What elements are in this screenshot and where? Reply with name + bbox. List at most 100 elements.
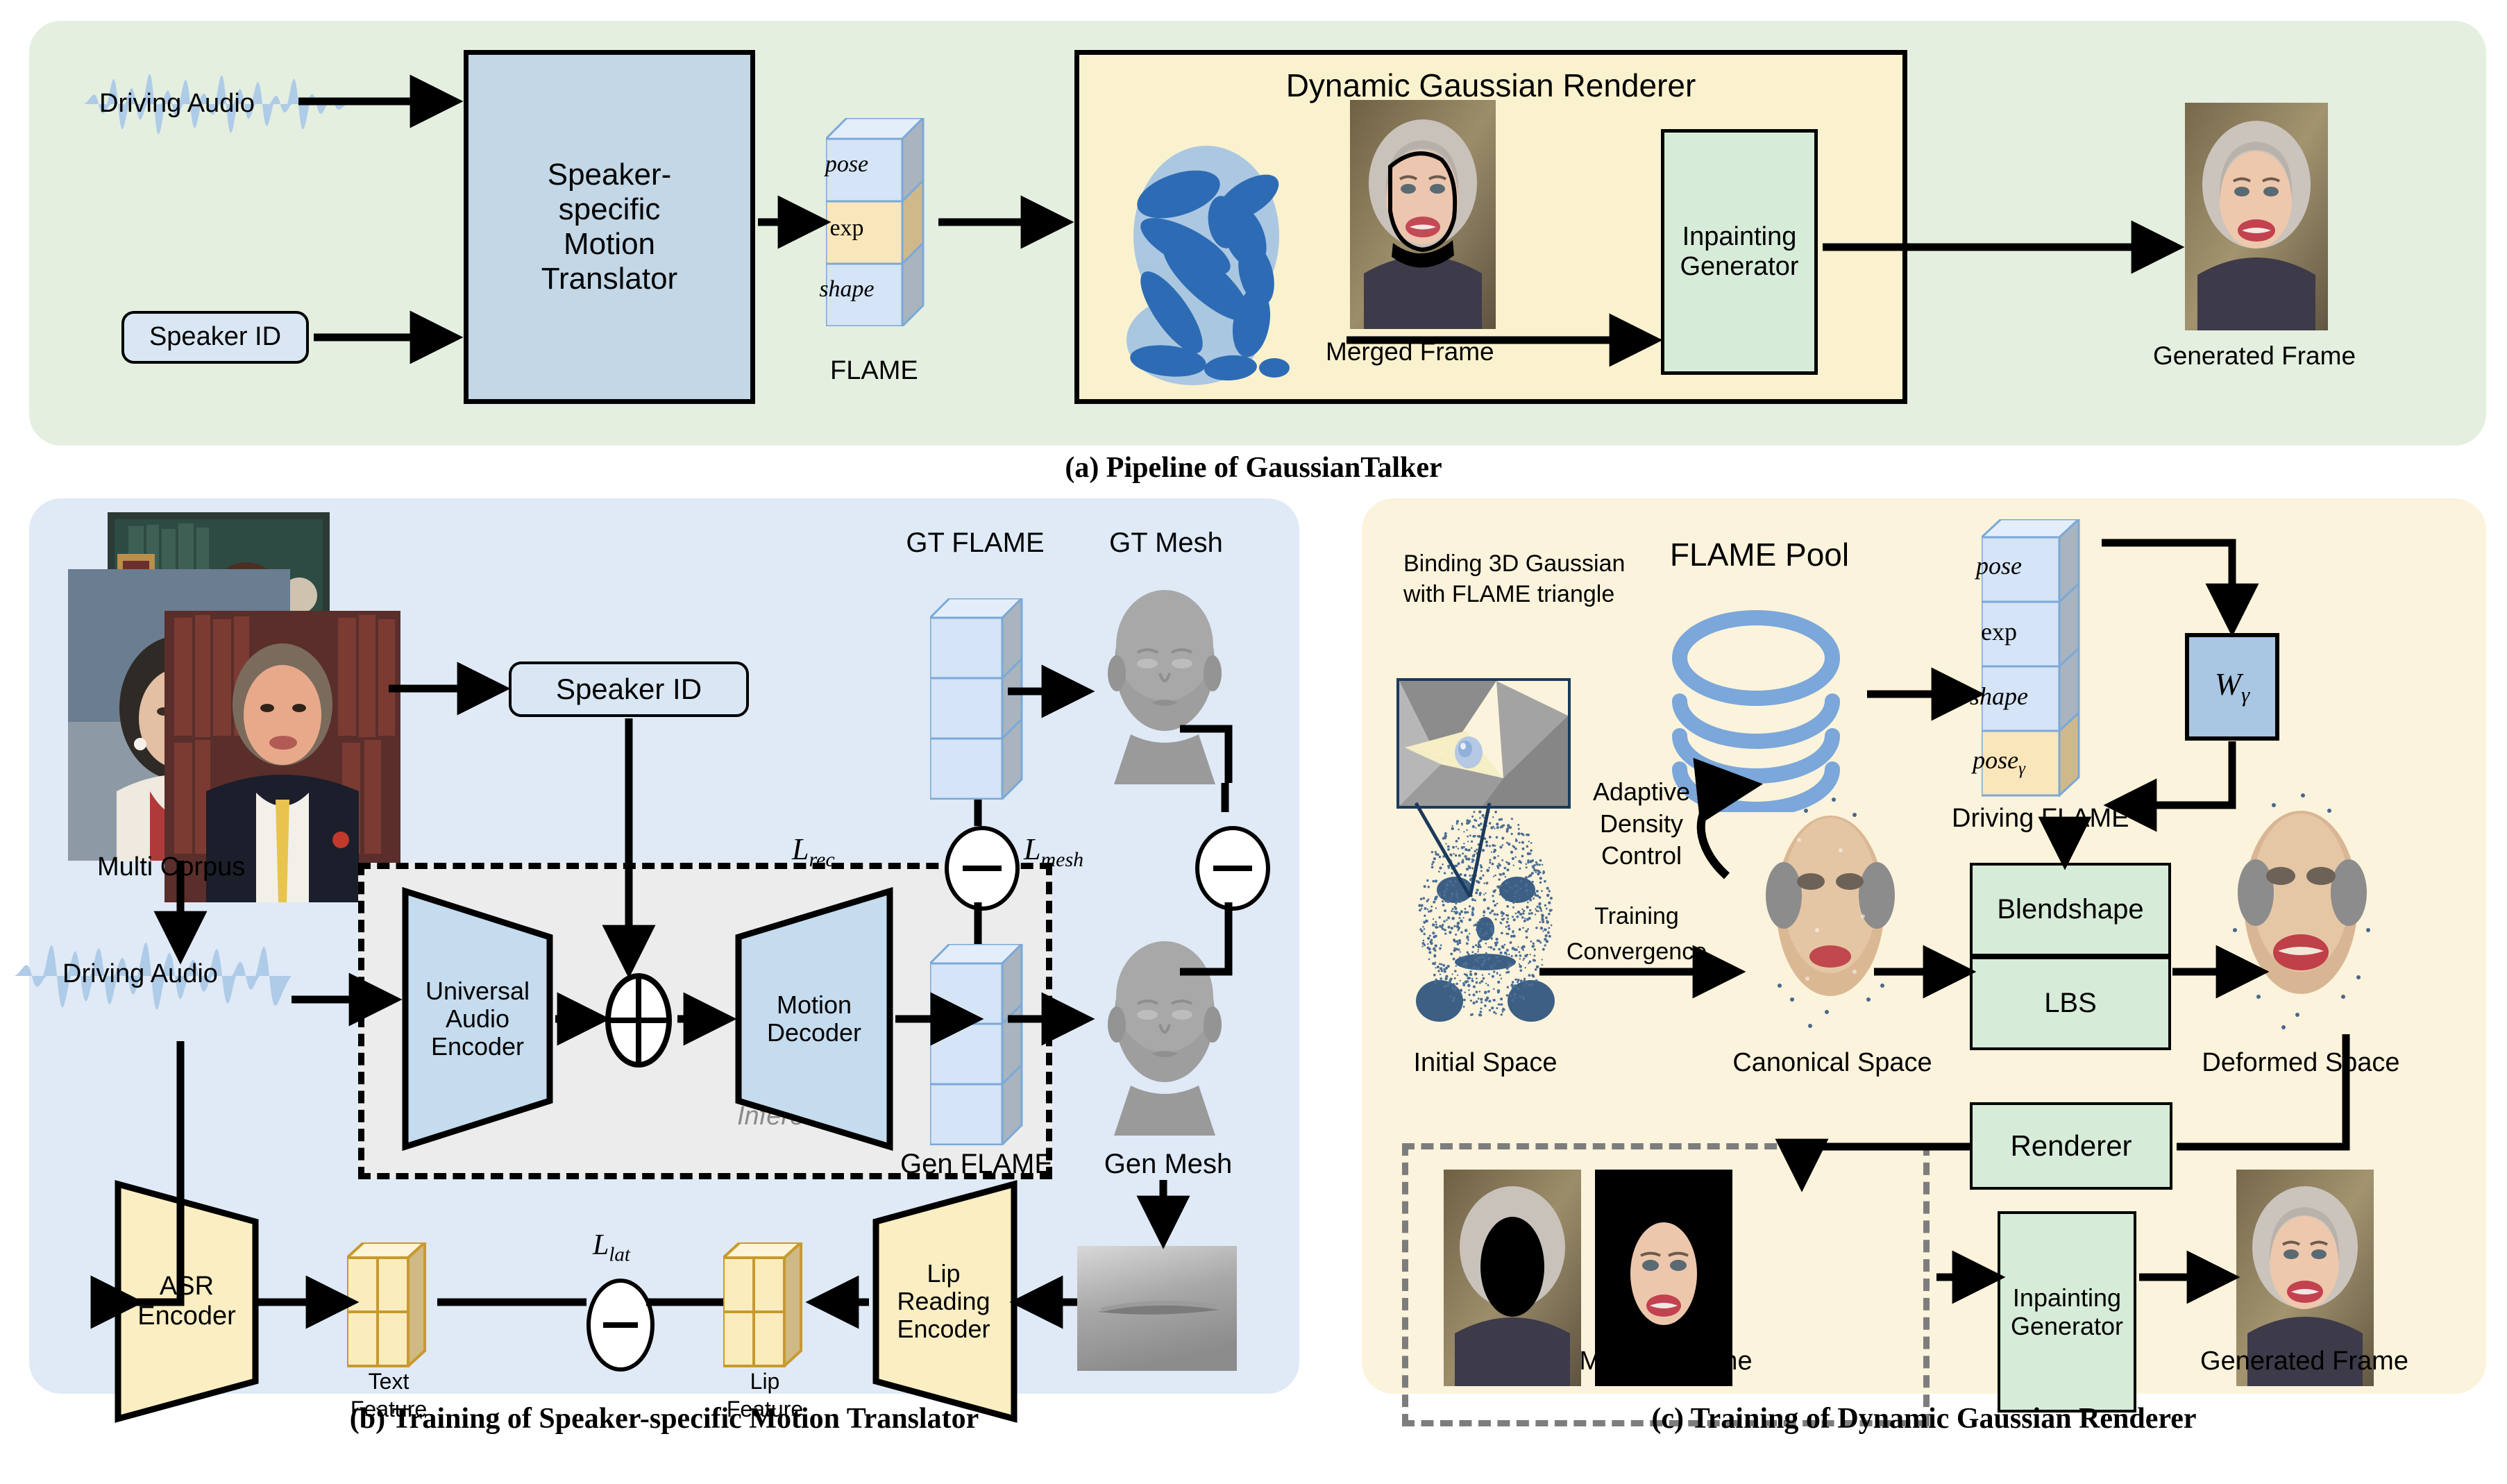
flame-slice-shape-a: shape bbox=[819, 276, 875, 302]
uae-line-0: Universal bbox=[425, 976, 530, 1005]
md-line-0: Motion bbox=[776, 990, 852, 1019]
inpainting-generator-box-a: Inpainting Generator bbox=[1661, 129, 1818, 375]
asr-line-0: ASR bbox=[159, 1272, 214, 1301]
gt-mesh-image bbox=[1092, 576, 1238, 784]
merged-frame-image-a bbox=[1350, 100, 1496, 329]
md-line-1: Decoder bbox=[766, 1018, 862, 1047]
adaptive-density-control-label: Adaptive Density Control bbox=[1562, 776, 1721, 872]
lre-line-1: Reading bbox=[897, 1286, 990, 1315]
sum-operator-icon bbox=[604, 972, 673, 1069]
speaker-id-box-a: Speaker ID bbox=[121, 311, 309, 364]
binding-note-label: Binding 3D Gaussian with FLAME triangle bbox=[1403, 548, 1625, 609]
panel-b-caption: (b) Training of Speaker-specific Motion … bbox=[349, 1403, 979, 1435]
panel-c-caption: (c) Training of Dynamic Gaussian Rendere… bbox=[1651, 1403, 2197, 1435]
flame-slice-exp-c: exp bbox=[1981, 618, 2017, 646]
loss-mesh-l: L bbox=[1024, 832, 1041, 866]
loss-mesh-label: Lmesh bbox=[1024, 832, 1083, 872]
speaker-id-label-b: Speaker ID bbox=[555, 673, 702, 706]
lre-line-2: Encoder bbox=[897, 1315, 990, 1344]
loss-mesh-sub: mesh bbox=[1040, 848, 1084, 871]
adc-line-0: Adaptive bbox=[1592, 777, 1691, 806]
pose-gamma-sub: γ bbox=[2018, 759, 2025, 779]
merged-frame-label-c: Merged Frame bbox=[1579, 1347, 1753, 1376]
adc-line-1: Density bbox=[1599, 809, 1684, 838]
loss-rec-minus-icon bbox=[945, 826, 1020, 911]
blendshape-label: Blendshape bbox=[1997, 893, 2144, 925]
speaker-id-label-a: Speaker ID bbox=[149, 322, 282, 352]
lip-feature-cube bbox=[723, 1242, 813, 1367]
lip-feature-line-0: Lip bbox=[750, 1369, 780, 1394]
gt-flame-label: GT FLAME bbox=[906, 528, 1045, 558]
translator-line-1: specific bbox=[558, 192, 661, 226]
flame-slice-pose-c: pose bbox=[1976, 552, 2022, 580]
adc-line-2: Control bbox=[1601, 841, 1682, 870]
blendshape-box: Blendshape bbox=[1970, 863, 2171, 956]
w-gamma-box: Wγ bbox=[2185, 633, 2279, 741]
inpainting-line-0-a: Inpainting bbox=[1682, 221, 1797, 251]
gt-flame-stack bbox=[930, 598, 1034, 800]
lbs-box: LBS bbox=[1970, 956, 2171, 1050]
dynamic-gaussian-renderer-title: Dynamic Gaussian Renderer bbox=[1285, 67, 1696, 103]
motion-decoder: Motion Decoder bbox=[734, 887, 894, 1151]
translator-line-2: Motion bbox=[563, 227, 656, 261]
translator-line-0: Speaker- bbox=[547, 157, 672, 192]
universal-audio-encoder: Universal Audio Encoder bbox=[401, 887, 554, 1151]
inpainting-line-1-c: Generator bbox=[2010, 1312, 2124, 1340]
w-gamma-base: W bbox=[2214, 666, 2242, 702]
flame-stack-a: pose exp shape bbox=[819, 118, 937, 326]
lbs-label: LBS bbox=[2044, 987, 2097, 1018]
asr-encoder: ASR Encoder bbox=[114, 1180, 260, 1423]
inpainting-line-1-a: Generator bbox=[1680, 252, 1799, 281]
inpainting-generator-box-c: Inpainting Generator bbox=[1998, 1211, 2136, 1413]
loss-rec-l: L bbox=[792, 832, 809, 866]
canonical-space-pointcloud bbox=[1744, 757, 1917, 1034]
flame-triangle-inset bbox=[1396, 678, 1571, 809]
flame-slice-pose-a: pose bbox=[825, 151, 869, 177]
flame-pool-label: FLAME Pool bbox=[1669, 537, 1850, 573]
driving-flame-stack: pose exp shape poseγ bbox=[1970, 519, 2103, 797]
binding-note-line-1: with FLAME triangle bbox=[1403, 581, 1615, 608]
inpainting-line-0-c: Inpainting bbox=[2012, 1283, 2122, 1312]
renderer-box: Renderer bbox=[1970, 1102, 2172, 1190]
loss-lat-l: L bbox=[593, 1229, 609, 1261]
uae-line-2: Encoder bbox=[430, 1032, 525, 1061]
lre-line-0: Lip bbox=[927, 1258, 961, 1288]
loss-mesh-minus-icon bbox=[1195, 826, 1270, 911]
generated-frame-label-a: Generated Frame bbox=[2153, 342, 2356, 370]
loss-rec-sub: rec bbox=[809, 848, 835, 871]
text-feature-line-0: Text bbox=[368, 1369, 410, 1394]
loss-lat-sub: lat bbox=[609, 1243, 630, 1266]
gen-mesh-label: Gen Mesh bbox=[1104, 1149, 1233, 1179]
binding-note-line-0: Binding 3D Gaussian bbox=[1403, 550, 1626, 577]
multi-corpus-label: Multi Corpus bbox=[97, 852, 246, 882]
generated-frame-label-c: Generated Frame bbox=[2200, 1347, 2408, 1376]
flame-slice-shape-c: shape bbox=[1970, 682, 2028, 710]
lip-crop-image bbox=[1077, 1246, 1237, 1371]
lip-reading-encoder: Lip Reading Encoder bbox=[869, 1180, 1018, 1423]
initial-space-label: Initial Space bbox=[1413, 1048, 1558, 1077]
gen-flame-stack bbox=[930, 944, 1034, 1145]
speaker-id-box-b: Speaker ID bbox=[509, 661, 749, 717]
renderer-label: Renderer bbox=[2010, 1129, 2132, 1163]
driving-audio-label-b: Driving Audio bbox=[62, 959, 218, 988]
flame-slice-pose-gamma-c: poseγ bbox=[1960, 745, 2038, 779]
panel-a-caption: (a) Pipeline of GaussianTalker bbox=[1065, 452, 1442, 484]
w-gamma-sub: γ bbox=[2241, 682, 2250, 707]
loss-lat-minus-icon bbox=[586, 1279, 655, 1372]
gen-flame-label: Gen FLAME bbox=[900, 1149, 1054, 1179]
driving-audio-label-a: Driving Audio bbox=[99, 89, 255, 118]
tc-line-0: Training bbox=[1594, 903, 1679, 929]
text-feature-cube bbox=[347, 1242, 437, 1367]
deformed-space-label: Deformed Space bbox=[2202, 1048, 2400, 1077]
canonical-space-label: Canonical Space bbox=[1732, 1048, 1932, 1077]
generated-frame-image-a bbox=[2185, 103, 2328, 330]
uae-line-1: Audio bbox=[445, 1004, 510, 1033]
pose-gamma-base: pose bbox=[1973, 746, 2019, 774]
merged-frame-label-a: Merged Frame bbox=[1326, 337, 1494, 366]
translator-line-3: Translator bbox=[541, 262, 678, 296]
flame-caption-a: FLAME bbox=[830, 356, 918, 385]
deformed-space-pointcloud bbox=[2214, 757, 2388, 1034]
gaussian-splat-illustration bbox=[1102, 132, 1338, 389]
driving-flame-label: Driving FLAME bbox=[1952, 804, 2129, 833]
motion-translator-box-a: Speaker- specific Motion Translator bbox=[464, 50, 755, 404]
